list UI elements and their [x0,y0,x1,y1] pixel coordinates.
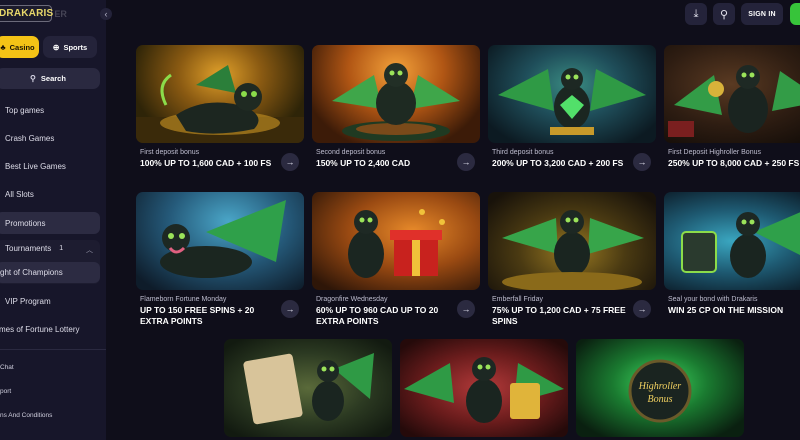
arrow-right-icon[interactable]: → [281,153,299,171]
promo-caption: Third deposit bonus [492,149,554,156]
promo-card[interactable]: First deposit bonus 100% UP TO 1,600 CAD… [136,45,304,171]
promo-card[interactable] [224,339,392,437]
header-search-button[interactable]: ⚲ [713,3,735,25]
promo-caption: Emberfall Friday [492,296,543,303]
casino-icon: ♣ [0,42,6,52]
promo-image: Highroller Bonus [576,339,744,437]
promo-card[interactable]: Third deposit bonus 200% UP TO 3,200 CAD… [488,45,656,171]
search-label: Search [40,74,66,83]
arrow-right-icon[interactable]: → [281,300,299,318]
promo-image [400,339,568,437]
tournaments-count-badge: 1 [59,245,64,252]
promo-title: 250% UP TO 8,000 CAD + 250 FS [668,158,800,168]
soccer-ball-icon: ⊕ [52,42,60,52]
download-icon: ⤓ [693,7,699,20]
sidebar-item-all-slots[interactable]: All Slots [5,187,34,201]
search-icon: ⚲ [719,8,729,21]
signin-label: SIGN IN [748,10,776,18]
sidebar-item-vip-program[interactable]: VIP Program [5,294,51,308]
highroller-line1: Highroller [638,381,682,392]
promo-image [312,192,480,290]
promo-image [136,192,304,290]
casino-sports-tabs: ♣ Casino ⊕ Sports [0,36,97,58]
tab-casino-label: Casino [9,42,35,52]
promo-title: 60% UP TO 960 CAD UP TO 20 EXTRA POINTS [316,305,439,326]
sidebar-link-terms[interactable]: ns And Conditions [0,412,52,419]
sidebar-link-support[interactable]: port [0,388,11,395]
logo-suffix: ER [54,8,67,19]
chevron-up-icon[interactable]: ︿ [86,245,93,255]
sidebar-item-promotions[interactable]: Promotions [0,212,100,234]
promo-image [664,192,800,290]
tab-sports-label: Sports [63,42,88,52]
promo-card[interactable]: Highroller Bonus [576,339,744,437]
promo-title: 100% UP TO 1,600 CAD + 100 FS [140,158,272,168]
arrow-right-icon[interactable]: → [633,153,651,171]
promo-image [312,45,480,143]
promo-caption: Dragonfire Wednesday [316,296,388,303]
signin-button[interactable]: SIGN IN [741,3,783,25]
sidebar-search-button[interactable]: ⚲ Search [0,68,100,89]
sidebar-divider [0,349,106,350]
highroller-line2: Bonus [648,394,673,405]
promo-image [488,192,656,290]
sidebar-item-night-of-champions[interactable]: ght of Champions [0,262,100,283]
logo-text: DRAKARIS [0,8,54,19]
promo-card[interactable]: Seal your bond with Drakaris WIN 25 CP O… [664,192,800,315]
tab-casino[interactable]: ♣ Casino [0,36,39,58]
promo-title: 75% UP TO 1,200 CAD + 75 FREE SPINS [492,305,626,326]
promo-image [664,45,800,143]
arrow-right-icon[interactable]: → [457,300,475,318]
promo-caption: Flameborn Fortune Monday [140,296,227,303]
sidebar: DRAKARIS ER ♣ Casino ⊕ Sports ⚲ Search T… [0,0,106,440]
sidebar-item-top-games[interactable]: Top games [5,103,44,117]
tournaments-label: Tournaments [5,244,52,253]
promo-card[interactable]: Flameborn Fortune Monday UP TO 150 FREE … [136,192,304,326]
sidebar-item-crash-games[interactable]: Crash Games [5,131,54,145]
promo-card[interactable] [400,339,568,437]
promo-title: 150% UP TO 2,400 CAD [316,158,411,168]
search-icon: ⚲ [30,74,36,83]
promo-image [224,339,392,437]
promo-caption: First Deposit Highroller Bonus [668,149,761,156]
promo-card[interactable]: Dragonfire Wednesday 60% UP TO 960 CAD U… [312,192,480,326]
sidebar-item-games-of-fortune-lottery[interactable]: mes of Fortune Lottery [0,322,79,336]
promo-title: 200% UP TO 3,200 CAD + 200 FS [492,158,624,168]
sidebar-item-best-live-games[interactable]: Best Live Games [5,159,66,173]
promo-caption: First deposit bonus [140,149,200,156]
chevron-left-icon[interactable]: ‹ [100,8,112,20]
promo-image [488,45,656,143]
arrow-right-icon[interactable]: → [633,300,651,318]
promo-card[interactable]: Second deposit bonus 150% UP TO 2,400 CA… [312,45,480,171]
promo-caption: Seal your bond with Drakaris [668,296,758,303]
promo-title: WIN 25 CP ON THE MISSION [668,305,784,315]
tab-sports[interactable]: ⊕ Sports [43,36,97,58]
promo-image [136,45,304,143]
promo-caption: Second deposit bonus [316,149,386,156]
promo-title: UP TO 150 FREE SPINS + 20 EXTRA POINTS [140,305,255,326]
logo[interactable]: DRAKARIS ER [0,5,67,22]
promo-card[interactable]: First Deposit Highroller Bonus 250% UP T… [664,45,800,168]
sidebar-item-tournaments[interactable]: Tournaments 1 [5,244,63,253]
arrow-right-icon[interactable]: → [457,153,475,171]
download-button[interactable]: ⤓ [685,3,707,25]
promo-card[interactable]: Emberfall Friday 75% UP TO 1,200 CAD + 7… [488,192,656,326]
sidebar-link-chat[interactable]: Chat [0,364,14,371]
sidebar-group-tournaments: Tournaments 1 ︿ ght of Champions [0,240,100,284]
signup-button[interactable] [790,3,800,25]
